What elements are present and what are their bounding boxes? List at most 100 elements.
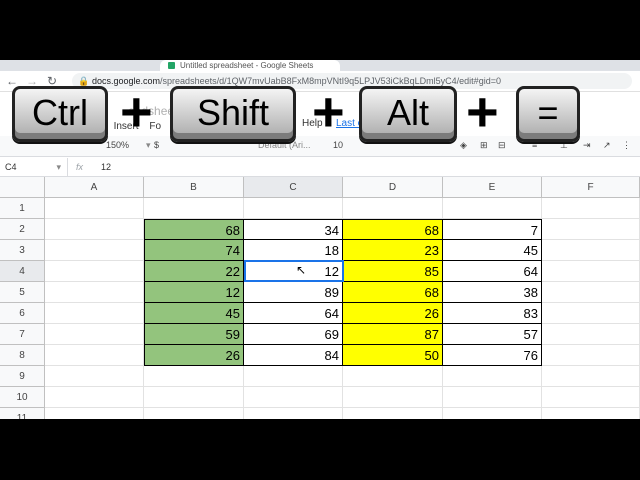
plus-sign: + [312,80,345,143]
cell-c9[interactable] [244,366,343,387]
row-header-3[interactable]: 3 [0,240,45,261]
cell-e6[interactable]: 83 [443,303,542,324]
cell-f10[interactable] [542,387,640,408]
cell-e9[interactable] [443,366,542,387]
cell-d10[interactable] [343,387,443,408]
browser-tab-title: Untitled spreadsheet - Google Sheets [180,61,314,70]
column-header-f[interactable]: F [542,177,640,198]
row-header-10[interactable]: 10 [0,387,45,408]
cell-c5[interactable]: 89 [244,282,343,303]
cell-e1[interactable] [443,198,542,219]
row-header-4[interactable]: 4 [0,261,45,282]
cell-a6[interactable] [45,303,144,324]
merge-cells-icon[interactable]: ⊟ [498,140,506,151]
column-header-b[interactable]: B [144,177,244,198]
cell-d4[interactable]: 85 [343,261,443,282]
cell-b11[interactable] [144,408,244,419]
formula-input[interactable]: 12 [101,158,111,176]
row-header-1[interactable]: 1 [0,198,45,219]
currency-format-button[interactable]: $ [154,140,159,150]
cell-b10[interactable] [144,387,244,408]
cell-d6[interactable]: 26 [343,303,443,324]
cell-b7[interactable]: 59 [144,324,244,345]
cell-d8[interactable]: 50 [343,345,443,366]
cell-a11[interactable] [45,408,144,419]
cell-e7[interactable]: 57 [443,324,542,345]
cell-a1[interactable] [45,198,144,219]
text-wrap-icon[interactable]: ⇥ [583,140,591,151]
row-header-6[interactable]: 6 [0,303,45,324]
cell-f11[interactable] [542,408,640,419]
row-header-11[interactable]: 11 [0,408,45,419]
cell-d1[interactable] [343,198,443,219]
cell-f9[interactable] [542,366,640,387]
cell-b1[interactable] [144,198,244,219]
cell-a4[interactable] [45,261,144,282]
cell-b3[interactable]: 74 [144,240,244,261]
row-header-9[interactable]: 9 [0,366,45,387]
cell-b8[interactable]: 26 [144,345,244,366]
cell-b5[interactable]: 12 [144,282,244,303]
cell-c8[interactable]: 84 [244,345,343,366]
cell-f3[interactable] [542,240,640,261]
cell-f4[interactable] [542,261,640,282]
cell-f7[interactable] [542,324,640,345]
browser-tab-strip: Untitled spreadsheet - Google Sheets [0,60,640,71]
column-header-e[interactable]: E [443,177,542,198]
column-header-c[interactable]: C [244,177,343,198]
column-header-a[interactable]: A [45,177,144,198]
cell-a8[interactable] [45,345,144,366]
cell-a2[interactable] [45,219,144,240]
cell-c6[interactable]: 64 [244,303,343,324]
cell-f5[interactable] [542,282,640,303]
select-all-corner[interactable] [0,177,45,198]
name-box[interactable]: C4 ▾ [0,158,68,176]
cell-b6[interactable]: 45 [144,303,244,324]
cell-a5[interactable] [45,282,144,303]
cell-b2[interactable]: 68 [144,219,244,240]
cell-f6[interactable] [542,303,640,324]
cell-f2[interactable] [542,219,640,240]
row-header-8[interactable]: 8 [0,345,45,366]
row-header-5[interactable]: 5 [0,282,45,303]
cell-c1[interactable] [244,198,343,219]
cell-e2[interactable]: 7 [443,219,542,240]
cell-f1[interactable] [542,198,640,219]
cell-c4[interactable]: 12 [244,261,343,282]
cell-a7[interactable] [45,324,144,345]
more-options-icon[interactable]: ⋮ [622,140,631,151]
cell-b9[interactable] [144,366,244,387]
cell-a3[interactable] [45,240,144,261]
cell-c10[interactable] [244,387,343,408]
cell-c7[interactable]: 69 [244,324,343,345]
cell-d2[interactable]: 68 [343,219,443,240]
cell-f8[interactable] [542,345,640,366]
cell-c2[interactable]: 34 [244,219,343,240]
alt-key: Alt [359,86,457,142]
cell-d9[interactable] [343,366,443,387]
cell-e8[interactable]: 76 [443,345,542,366]
cell-c3[interactable]: 18 [244,240,343,261]
cell-d7[interactable]: 87 [343,324,443,345]
cell-c11[interactable] [244,408,343,419]
cell-e5[interactable]: 38 [443,282,542,303]
cell-d5[interactable]: 68 [343,282,443,303]
sheets-favicon-icon [168,62,175,69]
cell-d11[interactable] [343,408,443,419]
cell-b4[interactable]: 22 [144,261,244,282]
column-header-d[interactable]: D [343,177,443,198]
cell-d3[interactable]: 23 [343,240,443,261]
cell-e3[interactable]: 45 [443,240,542,261]
cell-e11[interactable] [443,408,542,419]
row-header-2[interactable]: 2 [0,219,45,240]
function-icon: fx [76,162,84,172]
ctrl-key: Ctrl [12,86,108,142]
cell-e4[interactable]: 64 [443,261,542,282]
row-header-7[interactable]: 7 [0,324,45,345]
cell-e10[interactable] [443,387,542,408]
text-rotation-icon[interactable]: ↗ [603,140,611,151]
cell-a10[interactable] [45,387,144,408]
cell-a9[interactable] [45,366,144,387]
browser-tab[interactable]: Untitled spreadsheet - Google Sheets [160,60,340,71]
formula-bar: C4 ▾ fx 12 [0,158,640,177]
